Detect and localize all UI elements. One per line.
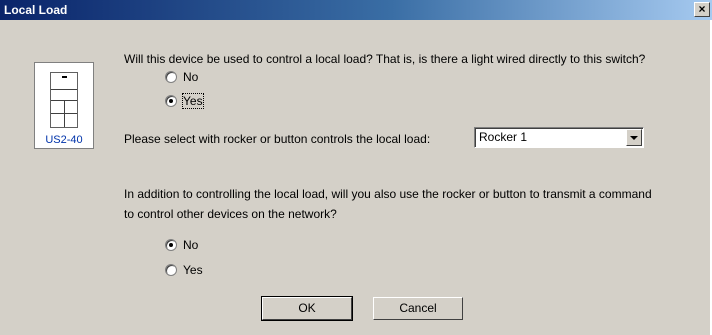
switch-plate-icon [50,72,78,128]
radio-button[interactable] [165,71,177,83]
ok-button[interactable]: OK [261,296,353,321]
radio-label: Yes [183,263,203,277]
control-select-value: Rocker 1 [479,130,528,144]
device-model-label: US2-40 [45,134,83,146]
radio-button[interactable] [165,264,177,276]
led-indicator [62,76,67,78]
transmit-question-line2: to control other devices on the network? [124,207,337,221]
radio-label: No [183,70,199,84]
radio-label: No [183,238,199,252]
close-button[interactable]: × [694,2,710,17]
radio-button[interactable] [165,95,177,107]
cancel-button[interactable]: Cancel [373,297,463,320]
title-bar[interactable]: Local Load × [0,0,712,20]
close-icon: × [698,2,706,16]
local-load-question: Will this device be used to control a lo… [124,52,646,66]
radio-label: Yes [182,93,204,109]
radio-button[interactable] [165,239,177,251]
chevron-down-icon[interactable] [626,129,642,146]
window-title: Local Load [4,3,68,17]
device-image: US2-40 [34,62,94,149]
control-select[interactable]: Rocker 1 [474,127,644,148]
control-select-label: Please select with rocker or button cont… [124,132,431,146]
transmit-question-line1: In addition to controlling the local loa… [124,187,652,201]
